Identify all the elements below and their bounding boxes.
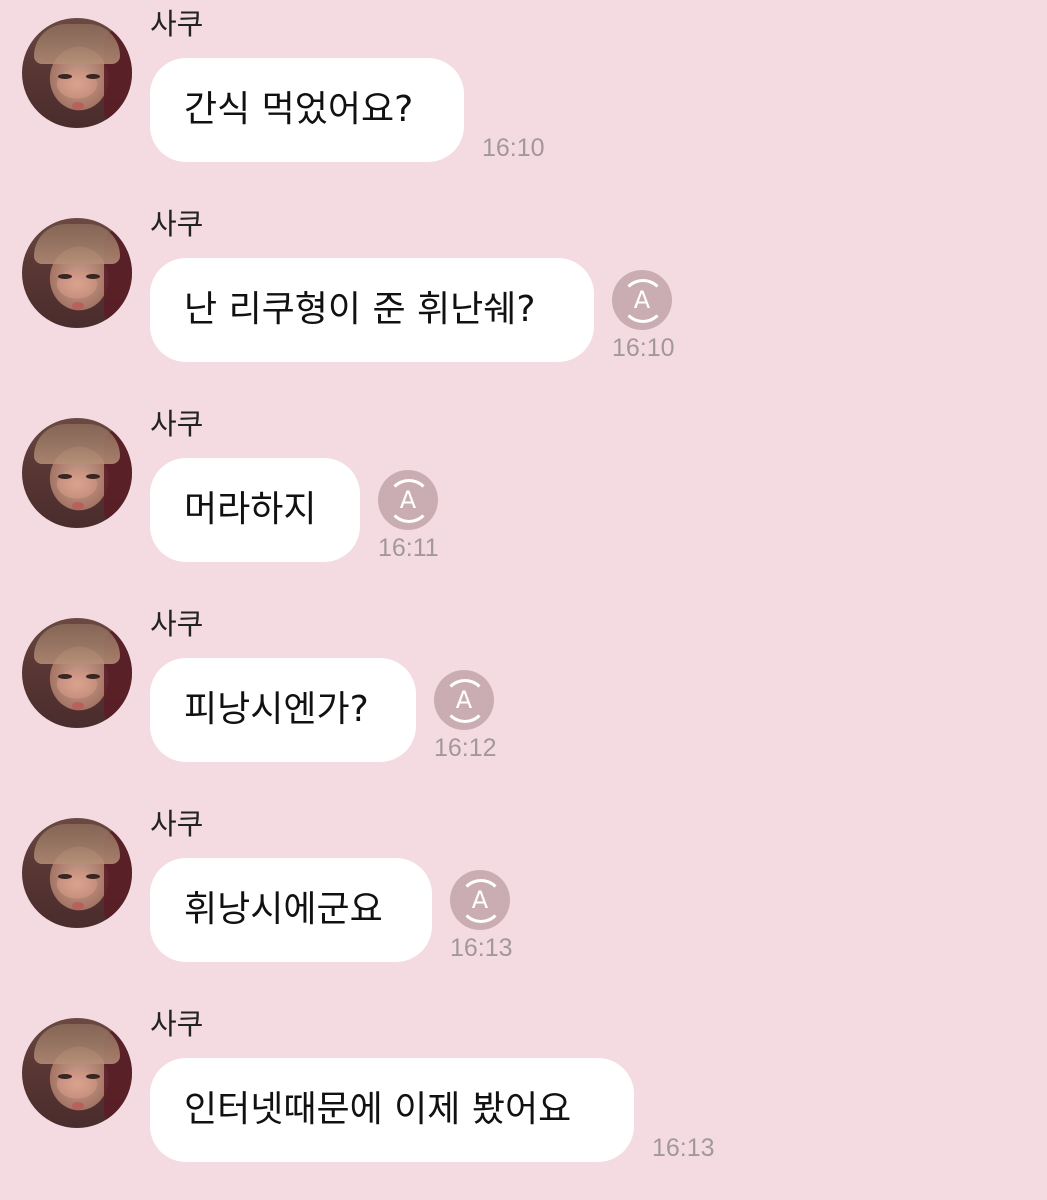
- translate-icon[interactable]: A: [434, 670, 494, 730]
- avatar[interactable]: [22, 818, 132, 928]
- message-row: 사쿠 인터넷때문에 이제 봤어요 16:13: [0, 1000, 1047, 1200]
- message-time: 16:11: [378, 534, 439, 562]
- message-row: 사쿠 난 리쿠형이 준 휘난쉐? A 16:10: [0, 200, 1047, 400]
- avatar[interactable]: [22, 218, 132, 328]
- translate-icon[interactable]: A: [450, 870, 510, 930]
- message-bubble[interactable]: 인터넷때문에 이제 봤어요: [150, 1058, 634, 1162]
- avatar[interactable]: [22, 1018, 132, 1128]
- chat-thread: 사쿠 간식 먹었어요? 16:10 사쿠 난 리쿠형이 준 휘난쉐? A 16:…: [0, 0, 1047, 1200]
- message-time: 16:13: [652, 1134, 715, 1162]
- message-time: 16:10: [612, 334, 675, 362]
- sender-name: 사쿠: [150, 1007, 204, 1041]
- message-bubble[interactable]: 간식 먹었어요?: [150, 58, 464, 162]
- message-row: 사쿠 간식 먹었어요? 16:10: [0, 0, 1047, 200]
- message-row: 사쿠 휘낭시에군요 A 16:13: [0, 800, 1047, 1000]
- message-row: 사쿠 피낭시엔가? A 16:12: [0, 600, 1047, 800]
- avatar[interactable]: [22, 418, 132, 528]
- message-time: 16:13: [450, 934, 513, 962]
- avatar[interactable]: [22, 18, 132, 128]
- translate-letter: A: [471, 886, 489, 914]
- translate-icon[interactable]: A: [612, 270, 672, 330]
- message-bubble[interactable]: 난 리쿠형이 준 휘난쉐?: [150, 258, 594, 362]
- translate-letter: A: [455, 686, 473, 714]
- translate-letter: A: [399, 486, 417, 514]
- message-time: 16:10: [482, 134, 545, 162]
- translate-letter: A: [633, 286, 651, 314]
- message-bubble[interactable]: 휘낭시에군요: [150, 858, 432, 962]
- message-time: 16:12: [434, 734, 497, 762]
- sender-name: 사쿠: [150, 807, 204, 841]
- sender-name: 사쿠: [150, 207, 204, 241]
- avatar[interactable]: [22, 618, 132, 728]
- sender-name: 사쿠: [150, 607, 204, 641]
- sender-name: 사쿠: [150, 7, 204, 41]
- message-row: 사쿠 머라하지 A 16:11: [0, 400, 1047, 600]
- message-bubble[interactable]: 피낭시엔가?: [150, 658, 416, 762]
- translate-icon[interactable]: A: [378, 470, 438, 530]
- sender-name: 사쿠: [150, 407, 204, 441]
- message-bubble[interactable]: 머라하지: [150, 458, 360, 562]
